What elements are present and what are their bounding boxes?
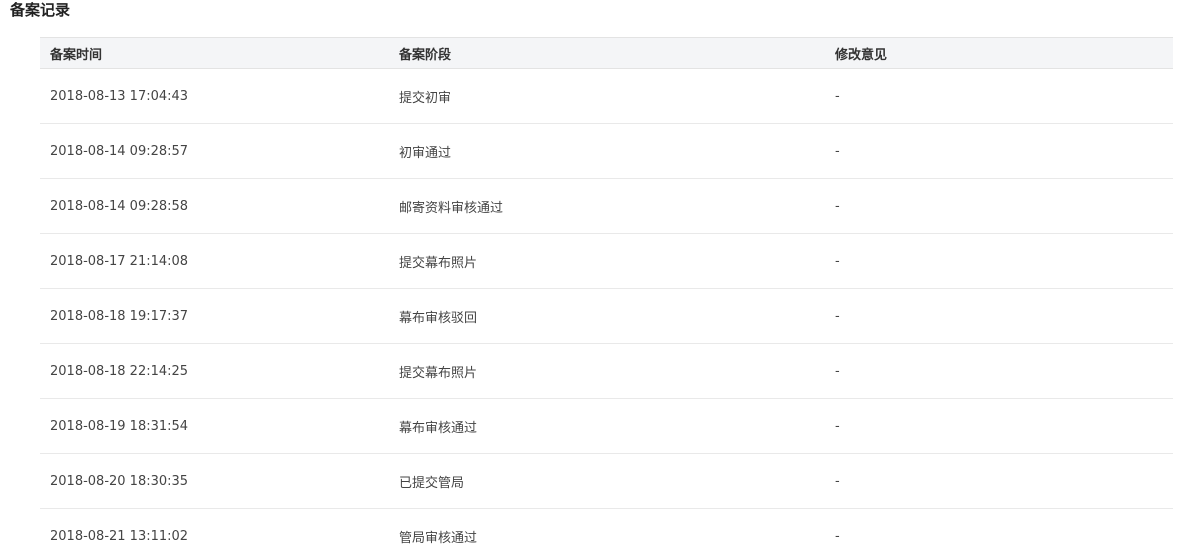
cell-opinion: - [835, 253, 840, 269]
cell-time: 2018-08-20 18:30:35 [50, 473, 189, 489]
table-header-row: 备案时间 备案阶段 修改意见 [40, 37, 1173, 69]
table-row: 2018-08-18 19:17:37 幕布审核驳回 - [40, 289, 1173, 344]
cell-opinion: - [835, 363, 840, 379]
cell-time: 2018-08-13 17:04:43 [50, 88, 189, 104]
cell-time: 2018-08-18 19:17:37 [50, 308, 189, 324]
cell-stage: 邮寄资料审核通过 [399, 200, 504, 216]
table-row: 2018-08-20 18:30:35 已提交管局 - [40, 454, 1173, 509]
cell-time: 2018-08-14 09:28:57 [50, 143, 189, 159]
table-row: 2018-08-14 09:28:57 初审通过 - [40, 124, 1173, 179]
cell-opinion: - [835, 418, 840, 434]
cell-opinion: - [835, 528, 840, 544]
table-row: 2018-08-19 18:31:54 幕布审核通过 - [40, 399, 1173, 454]
cell-time: 2018-08-17 21:14:08 [50, 253, 189, 269]
cell-opinion: - [835, 143, 840, 159]
cell-stage: 已提交管局 [399, 475, 465, 491]
cell-stage: 提交初审 [399, 90, 452, 106]
table-row: 2018-08-21 13:11:02 管局审核通过 - [40, 509, 1173, 560]
header-revision-opinion: 修改意见 [835, 47, 888, 63]
table-row: 2018-08-17 21:14:08 提交幕布照片 - [40, 234, 1173, 289]
cell-opinion: - [835, 198, 840, 214]
cell-stage: 管局审核通过 [399, 530, 478, 546]
table-row: 2018-08-18 22:14:25 提交幕布照片 - [40, 344, 1173, 399]
cell-time: 2018-08-19 18:31:54 [50, 418, 189, 434]
header-filing-time: 备案时间 [50, 47, 103, 63]
cell-opinion: - [835, 473, 840, 489]
table-row: 2018-08-14 09:28:58 邮寄资料审核通过 - [40, 179, 1173, 234]
cell-stage: 提交幕布照片 [399, 365, 478, 381]
cell-opinion: - [835, 308, 840, 324]
header-filing-stage: 备案阶段 [399, 47, 452, 63]
cell-opinion: - [835, 88, 840, 104]
cell-time: 2018-08-14 09:28:58 [50, 198, 189, 214]
cell-stage: 提交幕布照片 [399, 255, 478, 271]
cell-time: 2018-08-18 22:14:25 [50, 363, 189, 379]
section-title: 备案记录 [10, 1, 71, 19]
filing-records-table: 备案时间 备案阶段 修改意见 2018-08-13 17:04:43 提交初审 … [40, 37, 1173, 560]
cell-stage: 幕布审核驳回 [399, 310, 478, 326]
cell-time: 2018-08-21 13:11:02 [50, 528, 189, 544]
cell-stage: 幕布审核通过 [399, 420, 478, 436]
table-row: 2018-08-13 17:04:43 提交初审 - [40, 69, 1173, 124]
cell-stage: 初审通过 [399, 145, 452, 161]
filing-records-page: 备案记录 备案时间 备案阶段 修改意见 2018-08-13 17:04:43 … [0, 0, 1193, 560]
